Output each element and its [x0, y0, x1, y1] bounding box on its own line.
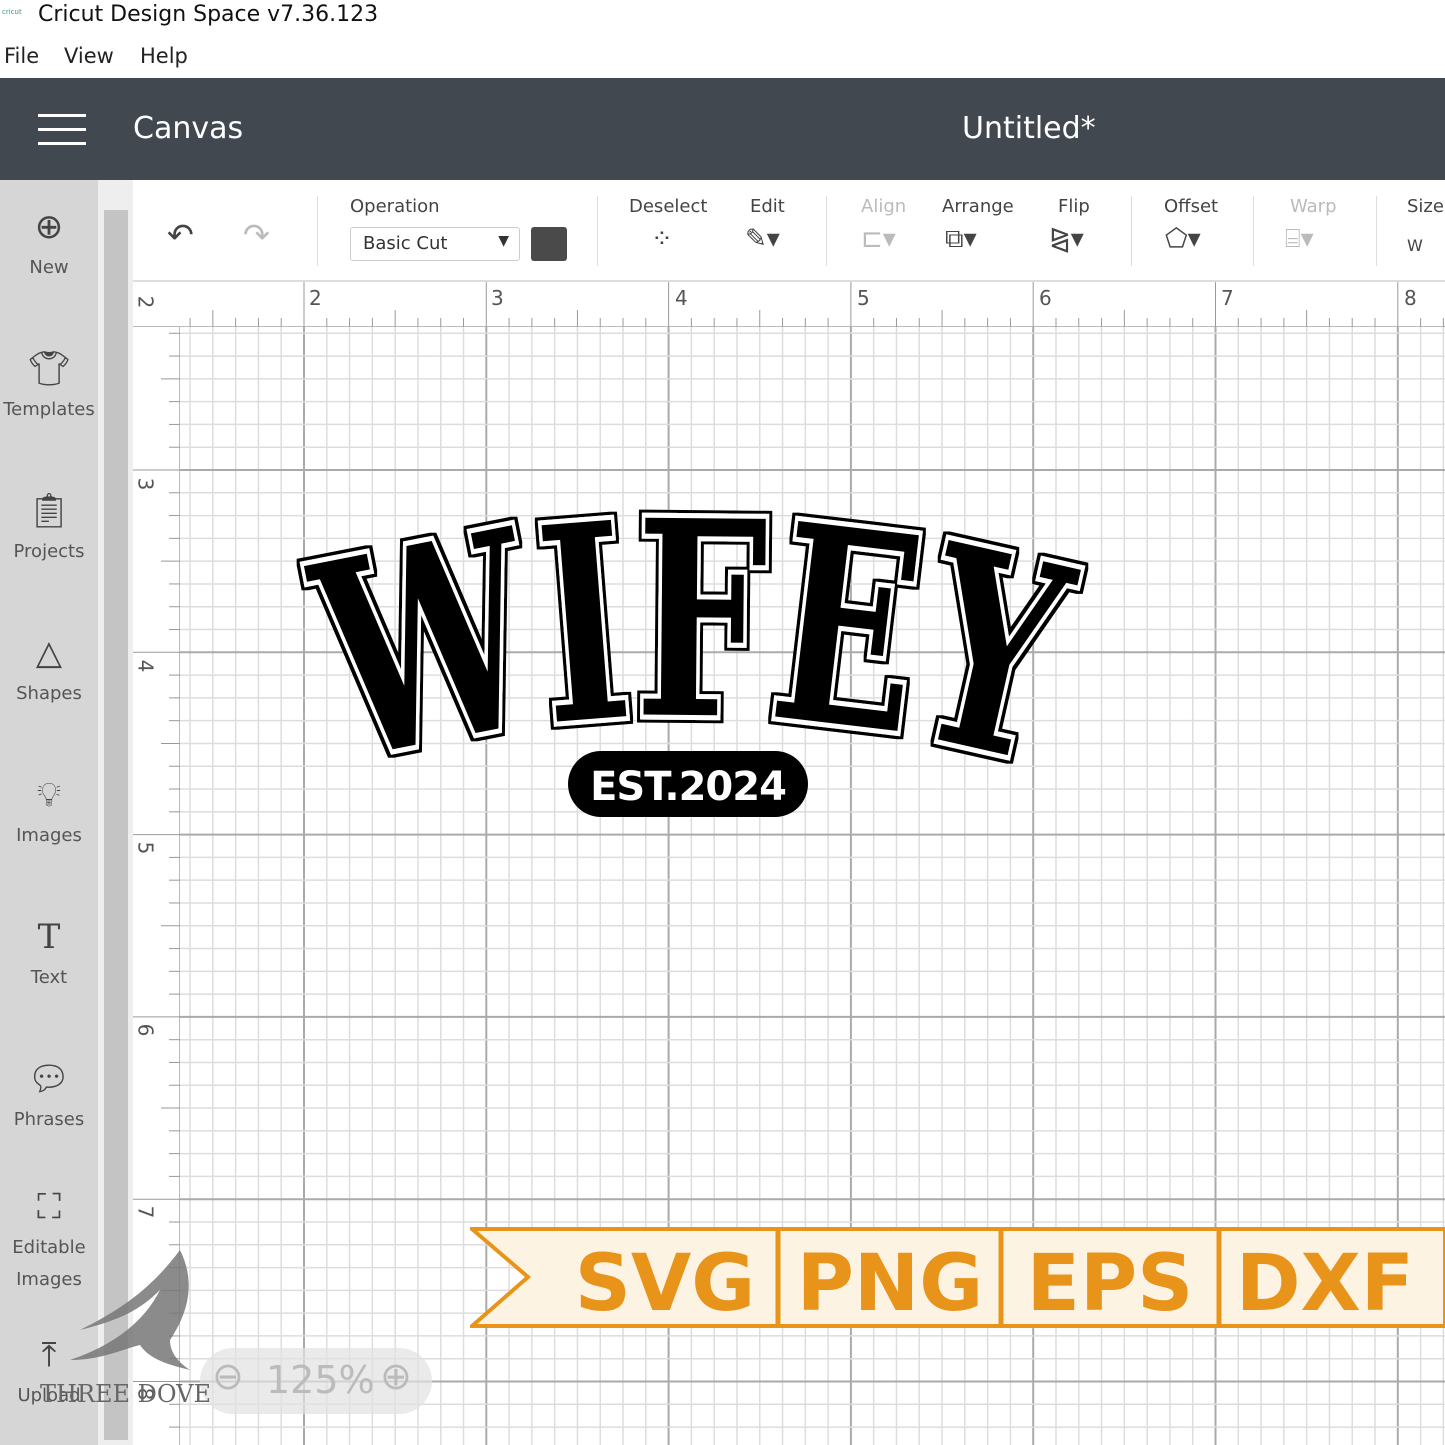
watermark-logo: THREE DOVE — [30, 1250, 250, 1414]
format-banner: SVG PNG EPS DXF — [470, 1227, 1445, 1329]
operation-label: Operation — [350, 196, 440, 217]
ruler-left-label: 5 — [133, 841, 158, 855]
warp-icon[interactable]: ⌸▾ — [1285, 224, 1314, 255]
menu-view[interactable]: View — [64, 44, 114, 68]
format-label: DXF — [1236, 1239, 1414, 1329]
flip-icon[interactable]: ⧎▾ — [1049, 224, 1084, 254]
operation-select[interactable]: Basic Cut ▼ — [350, 227, 520, 261]
warp-label: Warp — [1290, 196, 1337, 217]
sidebar-item-shapes[interactable]: △ Shapes — [0, 628, 98, 710]
edit-toolbar: ↶ ↷ Operation Basic Cut ▼ Deselect ⁘ Edit… — [133, 180, 1445, 282]
pencil-icon[interactable]: ✎▾ — [745, 224, 780, 254]
redo-icon[interactable]: ↷ — [243, 216, 270, 254]
editable-images-icon: ⛶ — [37, 1187, 61, 1227]
divider — [1376, 196, 1377, 266]
ruler-top-label: 4 — [675, 286, 688, 310]
window-title: Cricut Design Space v7.36.123 — [38, 2, 379, 27]
menu-help[interactable]: Help — [140, 44, 188, 68]
divider — [826, 196, 827, 266]
menu-bar: File View Help — [0, 40, 1445, 76]
ruler-top-label: 7 — [1221, 286, 1234, 310]
deselect-label: Deselect — [629, 196, 708, 217]
divider — [1253, 196, 1254, 266]
tshirt-icon: 👕︎ — [27, 349, 71, 389]
lightbulb-icon: 💡︎ — [37, 775, 61, 815]
format-label: PNG — [797, 1239, 983, 1329]
undo-icon[interactable]: ↶ — [167, 216, 194, 254]
size-width-label: W — [1407, 236, 1423, 255]
ruler-top-label: 2 — [309, 286, 322, 310]
offset-label: Offset — [1164, 196, 1219, 217]
deselect-icon[interactable]: ⁘ — [651, 224, 673, 254]
edit-label: Edit — [750, 196, 785, 217]
divider — [1131, 196, 1132, 266]
clipboard-icon: 📋︎ — [27, 491, 71, 531]
menu-file[interactable]: File — [4, 44, 39, 68]
arrange-icon[interactable]: ⧉▾ — [945, 224, 977, 255]
align-label: Align — [861, 196, 907, 217]
plus-circle-icon: ⊕ — [34, 207, 64, 247]
ruler-left-label: 6 — [133, 1023, 158, 1037]
operation-color-swatch[interactable] — [531, 227, 567, 261]
header-section-title: Canvas — [133, 111, 244, 146]
ruler-top — [133, 282, 1445, 327]
ruler-top-label: 5 — [857, 286, 870, 310]
flip-label: Flip — [1058, 196, 1090, 217]
ruler-left-label: 4 — [133, 659, 158, 673]
zoom-in-icon[interactable]: ⊕ — [380, 1354, 412, 1398]
ruler-top-label: 6 — [1039, 286, 1052, 310]
ruler-left-label: 7 — [133, 1205, 158, 1219]
sidebar-item-projects[interactable]: 📋︎ Projects — [0, 486, 98, 568]
ruler-top-label: 3 — [491, 286, 504, 310]
shapes-icon: △ — [35, 633, 63, 673]
format-label: SVG — [575, 1239, 756, 1329]
ruler-left-label: 3 — [133, 477, 158, 491]
sidebar-item-images[interactable]: 💡︎ Images — [0, 770, 98, 852]
chevron-down-icon: ▼ — [498, 233, 509, 249]
document-title[interactable]: Untitled* — [962, 111, 1096, 146]
sidebar-item-phrases[interactable]: 💬︎ Phrases — [0, 1054, 98, 1136]
offset-icon[interactable]: ⬠▾ — [1165, 224, 1201, 254]
app-logo: cricut — [2, 8, 22, 16]
text-icon: T — [37, 917, 61, 957]
zoom-level: 125% — [266, 1358, 375, 1402]
format-label: EPS — [1027, 1239, 1194, 1329]
arrange-label: Arrange — [942, 196, 1014, 217]
svg-text:THREE DOVE: THREE DOVE — [40, 1380, 211, 1408]
align-icon[interactable]: ⊏▾ — [861, 224, 896, 254]
sidebar-item-new[interactable]: ⊕ New — [0, 202, 98, 284]
size-label: Size — [1407, 196, 1444, 217]
divider — [317, 196, 318, 266]
sidebar-item-text[interactable]: T Text — [0, 912, 98, 994]
speech-bubble-icon: 💬︎ — [27, 1059, 71, 1099]
hamburger-menu-icon[interactable] — [38, 114, 86, 156]
ruler-top-label: 8 — [1404, 286, 1417, 310]
divider — [597, 196, 598, 266]
sidebar-item-templates[interactable]: 👕︎ Templates — [0, 344, 98, 426]
ruler-left-label: 2 — [133, 295, 158, 309]
title-bar: cricut Cricut Design Space v7.36.123 — [0, 0, 1445, 38]
